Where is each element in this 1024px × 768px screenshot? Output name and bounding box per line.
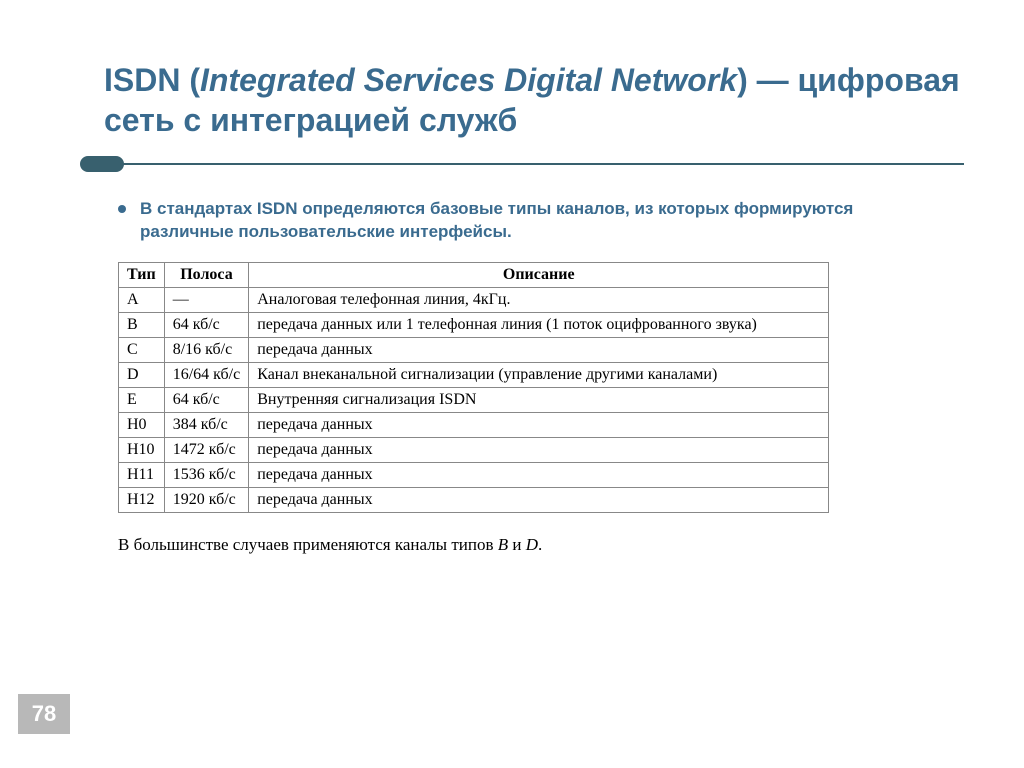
- title-paren-open: (: [180, 62, 200, 98]
- cell-band: —: [164, 287, 249, 312]
- table-row: A — Аналоговая телефонная линия, 4кГц.: [119, 287, 829, 312]
- table-row: H11 1536 кб/с передача данных: [119, 462, 829, 487]
- cell-desc: Канал внеканальной сигнализации (управле…: [249, 362, 829, 387]
- th-type: Тип: [119, 262, 165, 287]
- cell-band: 8/16 кб/с: [164, 337, 249, 362]
- bullet-dot-icon: [118, 205, 126, 213]
- title-underline: [104, 158, 964, 170]
- cell-band: 1536 кб/с: [164, 462, 249, 487]
- slide: ISDN (Integrated Services Digital Networ…: [0, 0, 1024, 768]
- cell-desc: передача данных: [249, 412, 829, 437]
- cell-desc: передача данных: [249, 462, 829, 487]
- table-row: B 64 кб/с передача данных или 1 телефонн…: [119, 312, 829, 337]
- cell-band: 16/64 кб/с: [164, 362, 249, 387]
- cell-type: B: [119, 312, 165, 337]
- table-row: E 64 кб/с Внутренняя сигнализация ISDN: [119, 387, 829, 412]
- cell-type: A: [119, 287, 165, 312]
- footnote-suffix: .: [538, 535, 542, 554]
- th-desc: Описание: [249, 262, 829, 287]
- slide-title: ISDN (Integrated Services Digital Networ…: [104, 60, 964, 140]
- cell-type: H11: [119, 462, 165, 487]
- title-italic: Integrated Services Digital Network: [200, 62, 737, 98]
- table-row: H0 384 кб/с передача данных: [119, 412, 829, 437]
- footnote-and: и: [508, 535, 526, 554]
- cell-band: 384 кб/с: [164, 412, 249, 437]
- table-row: D 16/64 кб/с Канал внеканальной сигнализ…: [119, 362, 829, 387]
- cell-type: H12: [119, 487, 165, 512]
- cell-desc: передача данных: [249, 487, 829, 512]
- cell-type: C: [119, 337, 165, 362]
- footnote: В большинстве случаев применяются каналы…: [118, 535, 964, 555]
- cell-desc: передача данных: [249, 437, 829, 462]
- cell-type: D: [119, 362, 165, 387]
- footnote-prefix: В большинстве случаев применяются каналы…: [118, 535, 498, 554]
- cell-type: H0: [119, 412, 165, 437]
- cell-type: E: [119, 387, 165, 412]
- footnote-b: B: [498, 535, 508, 554]
- cell-band: 64 кб/с: [164, 312, 249, 337]
- table-row: H10 1472 кб/с передача данных: [119, 437, 829, 462]
- channels-table: Тип Полоса Описание A — Аналоговая телеф…: [118, 262, 829, 513]
- table-row: H12 1920 кб/с передача данных: [119, 487, 829, 512]
- cell-type: H10: [119, 437, 165, 462]
- th-band: Полоса: [164, 262, 249, 287]
- cell-band: 1920 кб/с: [164, 487, 249, 512]
- cell-band: 64 кб/с: [164, 387, 249, 412]
- table-row: C 8/16 кб/с передача данных: [119, 337, 829, 362]
- cell-desc: Аналоговая телефонная линия, 4кГц.: [249, 287, 829, 312]
- title-paren-close: ): [737, 62, 748, 98]
- page-number: 78: [18, 694, 70, 734]
- table-header-row: Тип Полоса Описание: [119, 262, 829, 287]
- cell-desc: передача данных или 1 телефонная линия (…: [249, 312, 829, 337]
- bullet-text: В стандартах ISDN определяются базовые т…: [140, 198, 938, 244]
- bullet-item: В стандартах ISDN определяются базовые т…: [118, 198, 938, 244]
- cell-desc: Внутренняя сигнализация ISDN: [249, 387, 829, 412]
- underline-line: [118, 163, 964, 165]
- title-bold: ISDN: [104, 62, 180, 98]
- footnote-d: D: [526, 535, 538, 554]
- cell-band: 1472 кб/с: [164, 437, 249, 462]
- cell-desc: передача данных: [249, 337, 829, 362]
